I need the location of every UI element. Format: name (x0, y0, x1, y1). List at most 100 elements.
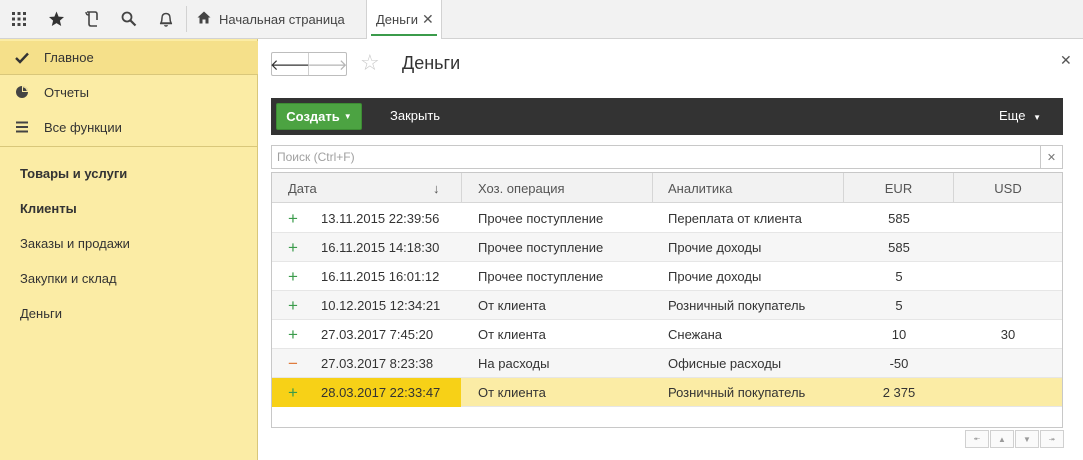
close-button[interactable]: Закрыть (390, 108, 440, 123)
sidebar-section-goods[interactable]: Товары и услуги (20, 166, 127, 181)
grid-menu-icon[interactable] (0, 0, 38, 38)
column-header-eur[interactable]: EUR (844, 173, 954, 203)
cell-eur[interactable]: -50 (844, 349, 954, 378)
cell-usd[interactable] (954, 291, 1062, 320)
search-icon[interactable] (110, 0, 148, 38)
income-plus-icon: + (288, 208, 298, 228)
cell-operation[interactable]: На расходы (478, 349, 653, 378)
sidebar-item-all-functions[interactable]: Все функции (0, 110, 258, 144)
column-header-usd[interactable]: USD (954, 173, 1062, 203)
cell-date[interactable]: 16.11.2015 14:18:30 (321, 233, 461, 262)
cell-analytics[interactable]: Снежана (668, 320, 844, 349)
income-plus-icon: + (288, 382, 298, 402)
back-button[interactable]: 🡐 (269, 53, 311, 75)
cell-operation[interactable]: Прочее поступление (478, 233, 653, 262)
cell-eur[interactable]: 5 (844, 291, 954, 320)
arrow-left-icon: 🡐 (269, 56, 311, 74)
cell-eur[interactable]: 10 (844, 320, 954, 349)
scroll-first-button[interactable]: ⯬ (965, 430, 989, 448)
tab-money[interactable]: Деньги ✕ (366, 0, 442, 39)
cell-eur[interactable]: 5 (844, 262, 954, 291)
cell-date[interactable]: 27.03.2017 8:23:38 (321, 349, 461, 378)
table-row[interactable]: +28.03.2017 22:33:47 От клиента Розничный … (272, 378, 1062, 407)
create-button-label: Создать (286, 109, 340, 124)
sidebar-section-purchases[interactable]: Закупки и склад (20, 271, 117, 286)
cell-usd[interactable] (954, 204, 1062, 233)
sidebar-item-label: Главное (44, 50, 94, 65)
cell-usd[interactable]: 30 (954, 320, 1062, 349)
column-header-date[interactable]: Дата ↓ (272, 173, 462, 203)
pie-chart-icon (0, 85, 44, 99)
top-toolbar: Начальная страница Деньги ✕ (0, 0, 1083, 39)
cell-operation[interactable]: От клиента (478, 378, 653, 407)
list-icon (0, 121, 44, 133)
first-page-icon: ⯬ (973, 434, 981, 443)
income-plus-icon: + (288, 295, 298, 315)
sidebar-item-main[interactable]: Главное (0, 41, 258, 75)
search-input[interactable] (272, 146, 1040, 168)
sidebar-section-orders[interactable]: Заказы и продажи (20, 236, 130, 251)
cell-analytics[interactable]: Розничный покупатель (668, 378, 844, 407)
table-row[interactable]: +16.11.2015 14:18:30 Прочее поступление Пр… (272, 233, 1062, 262)
more-button[interactable]: Еще ▼ (999, 108, 1041, 123)
clear-search-icon[interactable]: ✕ (1041, 145, 1063, 169)
cell-eur[interactable]: 585 (844, 233, 954, 262)
scroll-down-button[interactable]: ▼ (1015, 430, 1039, 448)
more-button-label: Еще (999, 108, 1026, 123)
sidebar-section-money[interactable]: Деньги (20, 306, 62, 321)
column-header-analytics[interactable]: Аналитика (653, 173, 844, 203)
cell-usd[interactable] (954, 233, 1062, 262)
cell-analytics[interactable]: Прочие доходы (668, 233, 844, 262)
column-header-operation[interactable]: Хоз. операция (462, 173, 653, 203)
cell-eur[interactable]: 2 375 (844, 378, 954, 407)
close-form-icon[interactable]: ✕ (1060, 52, 1072, 69)
create-button[interactable]: Создать ▼ (276, 103, 362, 130)
table-header: Дата ↓ Хоз. операция Аналитика EUR USD (272, 173, 1062, 203)
table-row[interactable]: +10.12.2015 12:34:21 От клиента Розничный … (272, 291, 1062, 320)
cell-operation[interactable]: От клиента (478, 291, 653, 320)
cell-usd[interactable] (954, 378, 1062, 407)
forward-button[interactable]: 🡒 (307, 53, 348, 75)
sort-arrow-icon: ↓ (433, 180, 440, 196)
star-icon[interactable] (37, 0, 75, 38)
history-nav: 🡐 🡒 (269, 52, 348, 76)
last-page-icon: ⯮ (1048, 434, 1056, 443)
scroll-up-button[interactable]: ▲ (990, 430, 1014, 448)
tab-home[interactable]: Начальная страница (187, 0, 365, 38)
sidebar-item-reports[interactable]: Отчеты (0, 75, 258, 109)
cell-date[interactable]: 10.12.2015 12:34:21 (321, 291, 461, 320)
cell-analytics[interactable]: Розничный покупатель (668, 291, 844, 320)
scroll-last-button[interactable]: ⯮ (1040, 430, 1064, 448)
cell-date[interactable]: 16.11.2015 16:01:12 (321, 262, 461, 291)
cell-operation[interactable]: Прочее поступление (478, 204, 653, 233)
table-row[interactable]: − 27.03.2017 8:23:38 На расходы Офисные рас… (272, 349, 1062, 378)
sidebar-section-clients[interactable]: Клиенты (20, 201, 77, 216)
sidebar-item-label: Все функции (44, 119, 122, 135)
income-plus-icon: + (288, 266, 298, 286)
cell-usd[interactable] (954, 262, 1062, 291)
cell-date[interactable]: 27.03.2017 7:45:20 (321, 320, 461, 349)
history-icon[interactable] (73, 0, 111, 38)
tab-money-label: Деньги (376, 12, 418, 27)
cell-date[interactable]: 28.03.2017 22:33:47 (321, 378, 461, 407)
cell-operation[interactable]: От клиента (478, 320, 653, 349)
cell-eur[interactable]: 585 (844, 204, 954, 233)
table-row[interactable]: +27.03.2017 7:45:20 От клиента Снежана 10 30 (272, 320, 1062, 349)
sidebar: Главное Отчеты Все функции Товары и услу… (0, 39, 258, 460)
cell-date[interactable]: 13.11.2015 22:39:56 (321, 204, 461, 233)
bell-icon[interactable] (147, 0, 185, 38)
cell-operation[interactable]: Прочее поступление (478, 262, 653, 291)
close-tab-icon[interactable]: ✕ (422, 11, 434, 28)
check-icon (0, 52, 44, 64)
sidebar-item-label: Отчеты (44, 84, 89, 100)
arrow-right-icon: 🡒 (307, 56, 348, 74)
favorite-star-icon[interactable]: ☆ (360, 50, 380, 76)
cell-analytics[interactable]: Прочие доходы (668, 262, 844, 291)
cell-usd[interactable] (954, 349, 1062, 378)
table-row[interactable]: +13.11.2015 22:39:56 Прочее поступление Пе… (272, 204, 1062, 233)
money-table: Дата ↓ Хоз. операция Аналитика EUR USD +… (271, 172, 1063, 428)
income-plus-icon: + (288, 237, 298, 257)
cell-analytics[interactable]: Офисные расходы (668, 349, 844, 378)
table-row[interactable]: +16.11.2015 16:01:12 Прочее поступление Пр… (272, 262, 1062, 291)
cell-analytics[interactable]: Переплата от клиента (668, 204, 844, 233)
